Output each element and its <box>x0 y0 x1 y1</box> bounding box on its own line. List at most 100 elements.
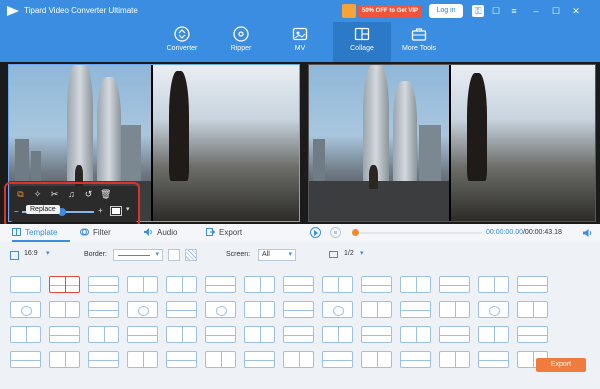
volume-minus-icon[interactable]: − <box>14 207 19 216</box>
aspect-fill-icon[interactable] <box>110 206 122 216</box>
cut-icon[interactable]: ✂ <box>49 189 60 200</box>
progress-handle[interactable] <box>352 229 359 236</box>
template-item[interactable] <box>127 301 158 318</box>
template-item[interactable] <box>10 276 41 293</box>
template-item[interactable] <box>478 301 509 318</box>
template-item[interactable] <box>517 301 548 318</box>
template-item[interactable] <box>322 351 353 368</box>
replace-icon[interactable]: ⧉ <box>15 189 26 200</box>
audio-icon[interactable]: ♫ <box>66 189 77 200</box>
tab-ripper[interactable]: Ripper <box>212 22 270 62</box>
template-item[interactable] <box>88 301 119 318</box>
template-item[interactable] <box>322 276 353 293</box>
template-item[interactable] <box>205 301 236 318</box>
template-item[interactable] <box>49 326 80 343</box>
total-time: /00:00:43.18 <box>522 229 562 236</box>
template-item[interactable] <box>10 301 41 318</box>
template-item[interactable] <box>244 301 275 318</box>
template-item[interactable] <box>127 276 158 293</box>
menu-icon[interactable]: ≡ <box>508 5 520 17</box>
template-item[interactable] <box>478 276 509 293</box>
chevron-down-icon[interactable]: ▾ <box>46 249 50 257</box>
aspect-ratio-select[interactable]: 16:9 <box>24 250 38 257</box>
template-item[interactable] <box>10 351 41 368</box>
template-item[interactable] <box>517 326 548 343</box>
template-item[interactable] <box>283 351 314 368</box>
template-item[interactable] <box>166 351 197 368</box>
close-icon[interactable]: ✕ <box>570 5 582 17</box>
ripper-icon <box>233 26 249 42</box>
template-item[interactable] <box>244 276 275 293</box>
volume-plus-icon[interactable]: + <box>98 206 103 215</box>
border-color-button[interactable] <box>168 249 180 261</box>
tab-filter[interactable]: Filter <box>80 224 111 242</box>
template-item[interactable] <box>88 326 119 343</box>
template-item[interactable] <box>322 301 353 318</box>
key-icon[interactable]: ⚿ <box>472 5 484 17</box>
template-item[interactable] <box>49 301 80 318</box>
template-item[interactable] <box>166 276 197 293</box>
template-item[interactable] <box>361 326 392 343</box>
tab-converter[interactable]: Converter <box>153 22 211 62</box>
template-item[interactable] <box>205 276 236 293</box>
chat-icon[interactable]: ☐ <box>490 5 502 17</box>
tab-more-tools[interactable]: More Tools <box>390 22 448 62</box>
export-button[interactable]: Export <box>536 358 586 372</box>
page-select[interactable]: 1/2 <box>344 250 354 257</box>
template-item[interactable] <box>49 351 80 368</box>
login-button[interactable]: Log in <box>429 4 463 18</box>
volume-icon[interactable] <box>583 228 593 238</box>
template-item[interactable] <box>127 326 158 343</box>
template-item[interactable] <box>400 301 431 318</box>
screen-select[interactable]: All <box>258 249 296 261</box>
template-item[interactable] <box>283 301 314 318</box>
template-item[interactable] <box>439 276 470 293</box>
video-cell-lake[interactable] <box>153 65 299 221</box>
template-item[interactable] <box>88 351 119 368</box>
tab-template[interactable]: Template <box>12 224 71 242</box>
template-item[interactable] <box>127 351 158 368</box>
minimize-icon[interactable]: – <box>530 5 542 17</box>
person <box>467 73 487 181</box>
template-item[interactable] <box>88 276 119 293</box>
reset-icon[interactable]: ↺ <box>83 189 94 200</box>
tab-mv[interactable]: MV <box>271 22 329 62</box>
border-pattern-button[interactable] <box>185 249 197 261</box>
stop-icon[interactable] <box>330 227 341 238</box>
tab-audio[interactable]: Audio <box>144 224 177 242</box>
template-item[interactable] <box>205 326 236 343</box>
template-item[interactable] <box>478 326 509 343</box>
progress-bar[interactable] <box>360 232 482 234</box>
template-item[interactable] <box>478 351 509 368</box>
template-item[interactable] <box>205 351 236 368</box>
template-item[interactable] <box>400 351 431 368</box>
template-item[interactable] <box>439 301 470 318</box>
tab-export[interactable]: Export <box>206 224 242 242</box>
border-style-select[interactable] <box>113 249 163 261</box>
template-item[interactable] <box>166 326 197 343</box>
promo-banner[interactable]: 50% OFF to Get VIP <box>342 4 423 18</box>
delete-icon[interactable]: 🗑 <box>100 189 111 200</box>
template-item[interactable] <box>361 276 392 293</box>
template-item[interactable] <box>283 326 314 343</box>
template-item[interactable] <box>244 326 275 343</box>
template-item[interactable] <box>439 351 470 368</box>
play-icon[interactable] <box>310 227 321 238</box>
template-item[interactable] <box>283 276 314 293</box>
template-item[interactable] <box>361 351 392 368</box>
chevron-down-icon[interactable]: ▾ <box>360 249 364 257</box>
maximize-icon[interactable]: ☐ <box>550 5 562 17</box>
template-item[interactable] <box>400 326 431 343</box>
chevron-down-icon[interactable]: ▾ <box>126 205 130 213</box>
template-item[interactable] <box>10 326 41 343</box>
template-item[interactable] <box>322 326 353 343</box>
magic-edit-icon[interactable]: ✧ <box>32 189 43 200</box>
template-item[interactable] <box>361 301 392 318</box>
template-item-selected[interactable] <box>49 276 80 293</box>
template-item[interactable] <box>400 276 431 293</box>
template-item[interactable] <box>166 301 197 318</box>
tab-collage[interactable]: Collage <box>333 22 391 62</box>
template-item[interactable] <box>244 351 275 368</box>
template-item[interactable] <box>517 276 548 293</box>
template-item[interactable] <box>439 326 470 343</box>
